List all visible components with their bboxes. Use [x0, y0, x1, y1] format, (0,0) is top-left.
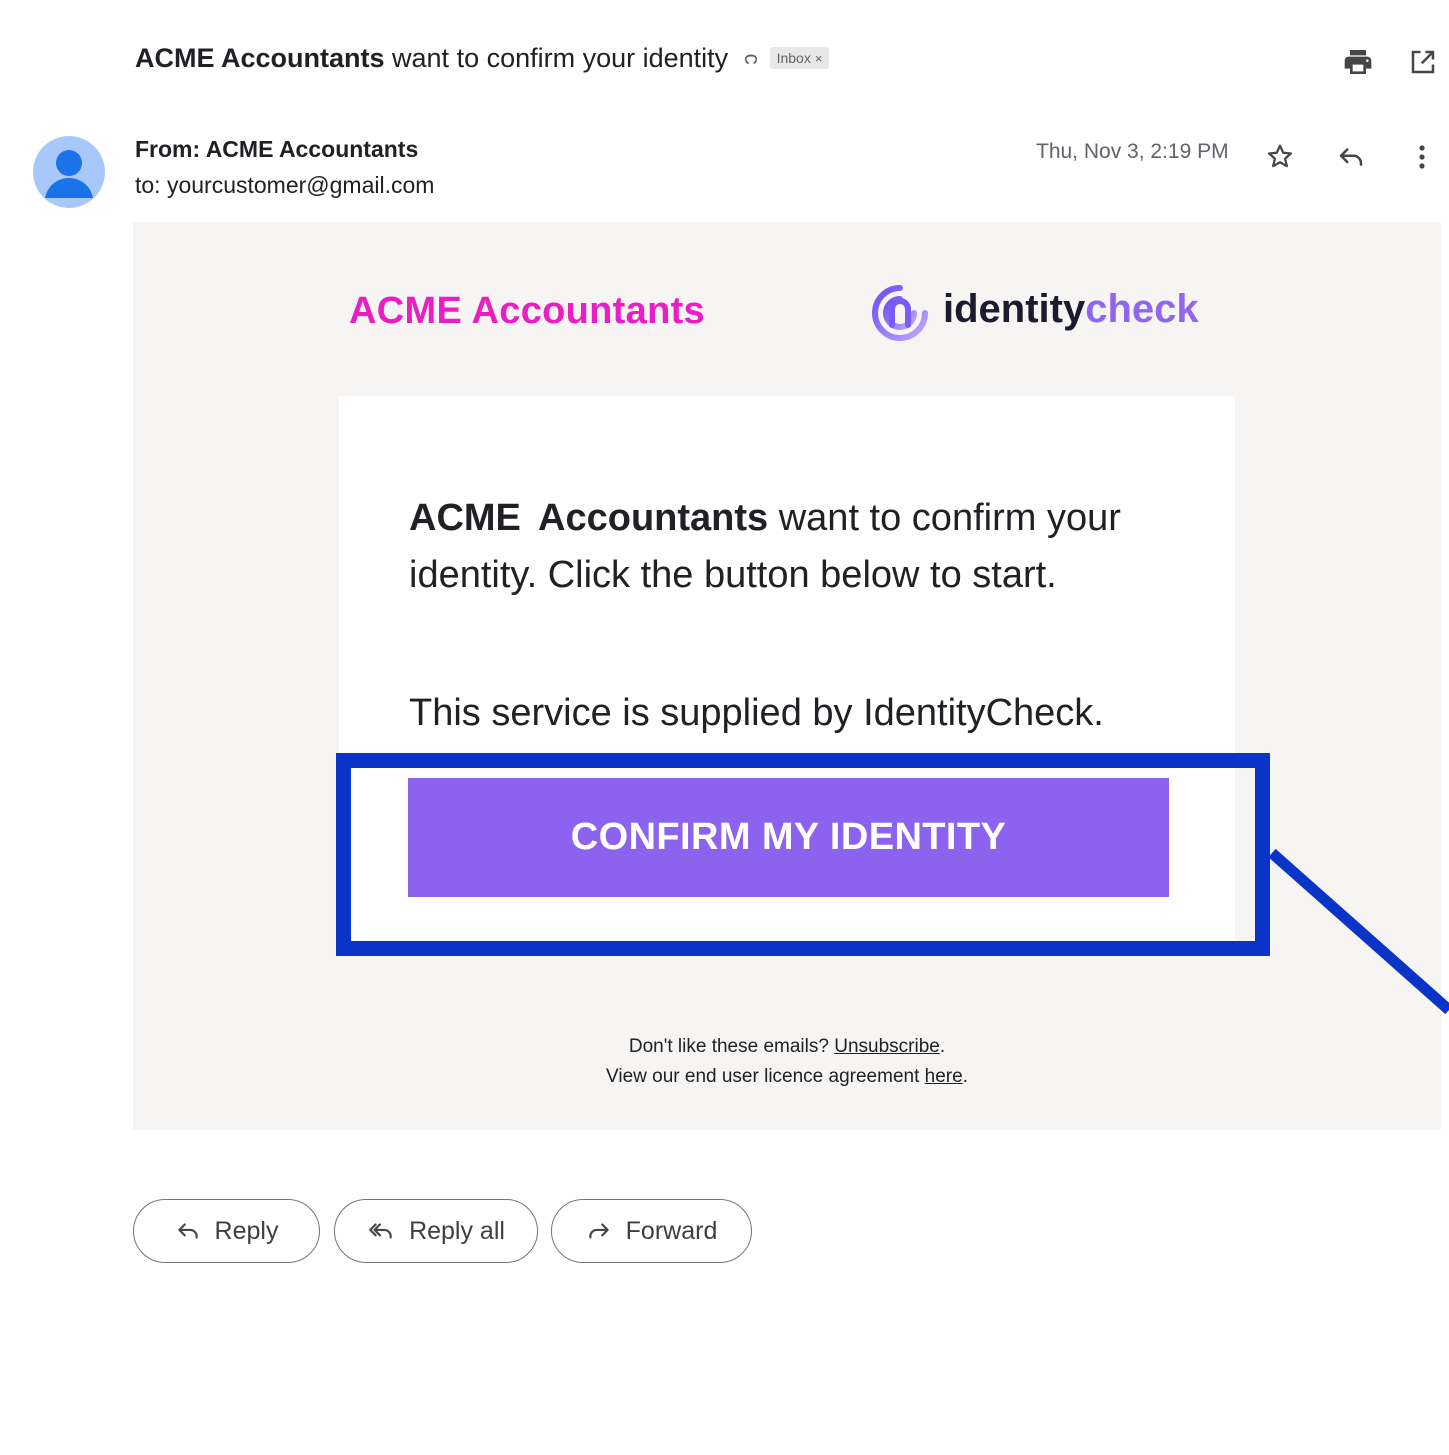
reply-button-label: Reply	[214, 1216, 279, 1245]
print-icon[interactable]	[1338, 42, 1378, 82]
email-subject: ACME Accountants want to confirm your id…	[135, 38, 830, 78]
licence-here-link[interactable]: here	[925, 1066, 963, 1087]
forward-icon	[588, 1223, 609, 1239]
remove-label-icon[interactable]: ×	[815, 51, 823, 66]
service-line: This service is supplied by IdentityChec…	[409, 692, 1104, 734]
intro-sender: ACME Accountants	[409, 497, 769, 539]
brand-ic-part1: identity	[943, 287, 1086, 331]
reply-all-button[interactable]: Reply all	[334, 1199, 538, 1263]
inbox-label-chip[interactable]: Inbox ×	[769, 47, 830, 69]
to-line[interactable]: to: yourcustomer@gmail.com	[135, 172, 434, 199]
subject-sender: ACME Accountants	[135, 42, 385, 73]
forward-button-label: Forward	[625, 1216, 718, 1245]
forward-button[interactable]: Forward	[551, 1199, 752, 1263]
intro-paragraph: ACME Accountants want to confirm your id…	[409, 490, 1199, 604]
reply-all-button-label: Reply all	[409, 1216, 505, 1245]
reply-all-icon	[369, 1223, 392, 1239]
footer-licence-text: View our end user licence agreement	[606, 1066, 920, 1087]
footer-question: Don't like these emails?	[628, 1036, 829, 1057]
footer-unsubscribe-line: Don't like these emails? Unsubscribe.	[337, 1036, 1237, 1058]
from-line[interactable]: From: ACME Accountants	[135, 136, 418, 163]
label-arrow-icon[interactable]: ᴒ	[744, 45, 757, 71]
more-vert-icon[interactable]	[1406, 139, 1438, 175]
footer-licence-line: View our end user licence agreement here…	[337, 1066, 1237, 1088]
footer-period-2: .	[962, 1066, 968, 1087]
identitycheck-logo-icon	[870, 283, 930, 343]
identitycheck-brand-logo: identitycheck	[943, 287, 1199, 332]
reply-icon[interactable]	[1333, 139, 1369, 175]
footer-period-1: .	[939, 1036, 946, 1057]
inbox-label-text: Inbox	[776, 50, 811, 66]
annotation-highlight-box	[336, 753, 1270, 956]
acme-brand-logo: ACME Accountants	[349, 290, 705, 332]
sender-avatar[interactable]	[33, 136, 105, 208]
subject-text: want to confirm your identity	[392, 42, 729, 73]
brand-ic-part2: check	[1085, 287, 1199, 331]
message-date: Thu, Nov 3, 2:19 PM	[1036, 140, 1229, 163]
reply-button[interactable]: Reply	[133, 1199, 320, 1263]
reply-icon	[177, 1223, 198, 1239]
open-in-new-window-icon[interactable]	[1403, 42, 1443, 82]
unsubscribe-link[interactable]: Unsubscribe	[834, 1036, 940, 1057]
star-icon[interactable]	[1262, 139, 1298, 175]
